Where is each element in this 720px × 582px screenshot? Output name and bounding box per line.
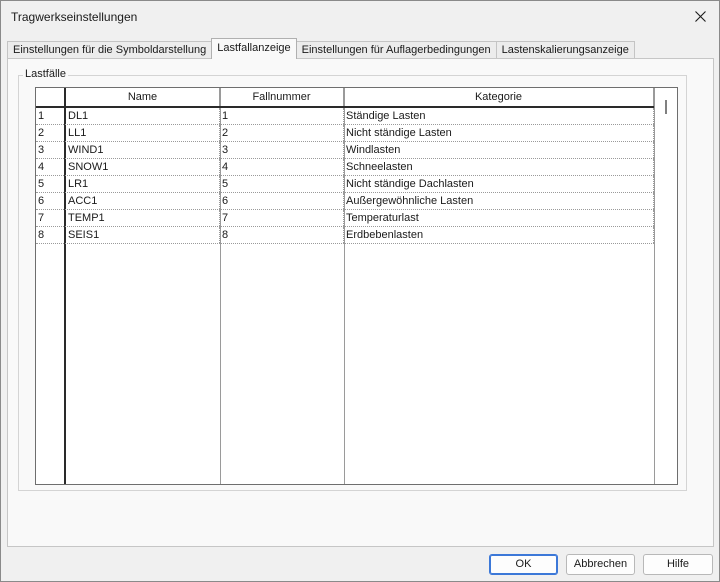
cell-category[interactable]: Erdbebenlasten — [344, 227, 654, 243]
cell-name[interactable]: LR1 — [66, 176, 220, 192]
table-row[interactable]: 8 SEIS1 8 Erdbebenlasten — [36, 227, 654, 244]
cancel-button[interactable]: Abbrechen — [566, 554, 635, 575]
table-row[interactable]: 7 TEMP1 7 Temperaturlast — [36, 210, 654, 227]
tab-load-scaling[interactable]: Lastenskalierungsanzeige — [495, 41, 635, 59]
cell-case-number[interactable]: 4 — [220, 159, 344, 175]
tab-strip: Einstellungen für die Symboldarstellung … — [7, 38, 635, 59]
window-title: Tragwerkseinstellungen — [11, 10, 138, 24]
cell-category[interactable]: Windlasten — [344, 142, 654, 158]
cell-name[interactable]: SEIS1 — [66, 227, 220, 243]
vertical-scrollbar[interactable] — [655, 88, 677, 484]
cell-category[interactable]: Schneelasten — [344, 159, 654, 175]
row-number: 1 — [36, 108, 66, 124]
header-category[interactable]: Kategorie — [344, 88, 654, 106]
cell-category[interactable]: Nicht ständige Lasten — [344, 125, 654, 141]
cell-name[interactable]: WIND1 — [66, 142, 220, 158]
cell-category[interactable]: Nicht ständige Dachlasten — [344, 176, 654, 192]
group-label: Lastfälle — [23, 68, 68, 80]
cell-case-number[interactable]: 3 — [220, 142, 344, 158]
table-header-row: Name Fallnummer Kategorie — [36, 88, 654, 108]
tab-load-case-display[interactable]: Lastfallanzeige — [211, 38, 297, 59]
scrollbar-thumb[interactable] — [665, 100, 667, 114]
cell-case-number[interactable]: 6 — [220, 193, 344, 209]
cell-category[interactable]: Außergewöhnliche Lasten — [344, 193, 654, 209]
cell-name[interactable]: TEMP1 — [66, 210, 220, 226]
row-number: 5 — [36, 176, 66, 192]
cell-category[interactable]: Temperaturlast — [344, 210, 654, 226]
cell-name[interactable]: SNOW1 — [66, 159, 220, 175]
table-row[interactable]: 1 DL1 1 Ständige Lasten — [36, 108, 654, 125]
row-number: 6 — [36, 193, 66, 209]
cell-name[interactable]: LL1 — [66, 125, 220, 141]
close-icon — [694, 10, 706, 22]
load-cases-table: Name Fallnummer Kategorie 1 DL1 1 Ständi… — [35, 87, 678, 485]
tab-boundary-conditions[interactable]: Einstellungen für Auflagerbedingungen — [295, 41, 497, 59]
close-button[interactable] — [685, 3, 715, 29]
cell-category[interactable]: Ständige Lasten — [344, 108, 654, 124]
header-corner — [36, 88, 66, 106]
tab-symbol-settings[interactable]: Einstellungen für die Symboldarstellung — [7, 41, 213, 59]
row-number: 7 — [36, 210, 66, 226]
table-row[interactable]: 2 LL1 2 Nicht ständige Lasten — [36, 125, 654, 142]
cell-case-number[interactable]: 2 — [220, 125, 344, 141]
cell-case-number[interactable]: 5 — [220, 176, 344, 192]
row-number: 4 — [36, 159, 66, 175]
table-row[interactable]: 4 SNOW1 4 Schneelasten — [36, 159, 654, 176]
row-number: 3 — [36, 142, 66, 158]
header-name[interactable]: Name — [66, 88, 220, 106]
header-case-number[interactable]: Fallnummer — [220, 88, 344, 106]
cell-case-number[interactable]: 7 — [220, 210, 344, 226]
table-row[interactable]: 3 WIND1 3 Windlasten — [36, 142, 654, 159]
cell-name[interactable]: DL1 — [66, 108, 220, 124]
table-row[interactable]: 5 LR1 5 Nicht ständige Dachlasten — [36, 176, 654, 193]
dialog-window: Tragwerkseinstellungen Einstellungen für… — [0, 0, 720, 582]
table-row[interactable]: 6 ACC1 6 Außergewöhnliche Lasten — [36, 193, 654, 210]
cell-case-number[interactable]: 1 — [220, 108, 344, 124]
cell-case-number[interactable]: 8 — [220, 227, 344, 243]
row-number: 2 — [36, 125, 66, 141]
cell-name[interactable]: ACC1 — [66, 193, 220, 209]
help-button[interactable]: Hilfe — [643, 554, 713, 575]
title-bar: Tragwerkseinstellungen — [1, 1, 719, 33]
ok-button[interactable]: OK — [489, 554, 558, 575]
row-number: 8 — [36, 227, 66, 243]
